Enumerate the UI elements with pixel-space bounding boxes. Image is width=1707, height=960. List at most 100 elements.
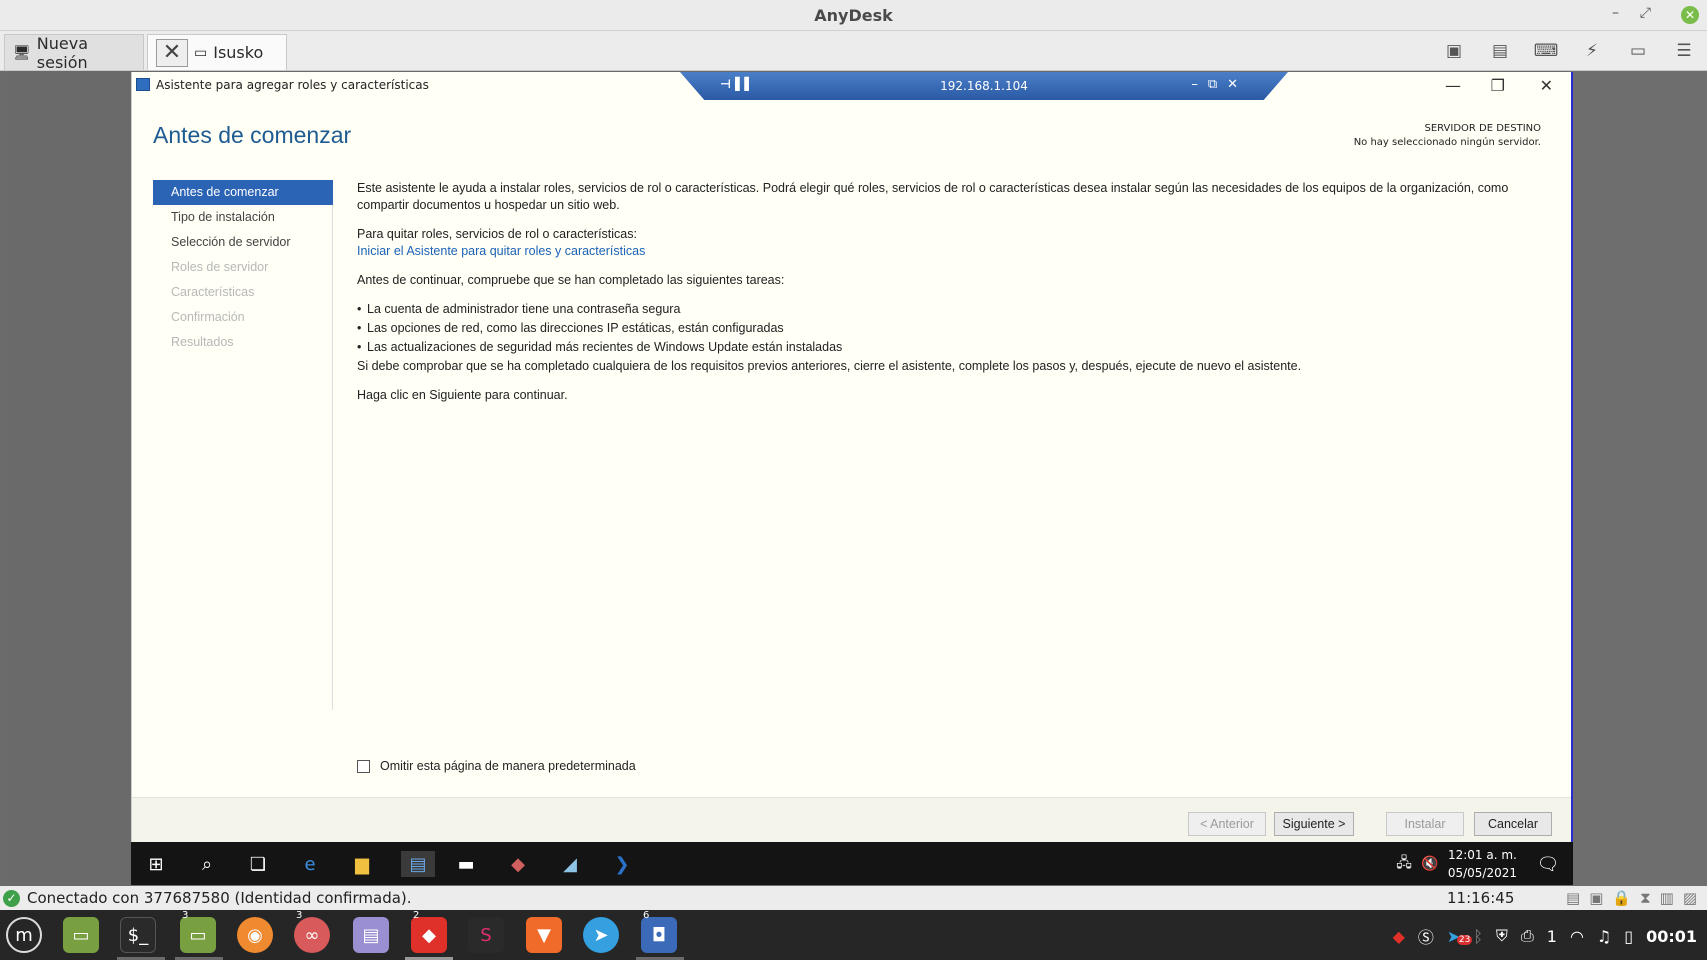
- app-icon[interactable]: ◆: [505, 851, 531, 877]
- install-button[interactable]: Instalar: [1386, 812, 1464, 836]
- network-icon[interactable]: 🖧: [1391, 851, 1417, 877]
- wizard-title: Asistente para agregar roles y caracterí…: [156, 78, 429, 92]
- task-view-icon[interactable]: ❏: [245, 851, 271, 877]
- anydesk-icon[interactable]: ◆: [411, 917, 447, 953]
- ribbon-controls-icon[interactable]: –⧉✕: [1191, 77, 1248, 92]
- previous-button[interactable]: < Anterior: [1188, 812, 1266, 836]
- sound-icon[interactable]: ♫: [1597, 927, 1611, 946]
- bluetooth-icon[interactable]: ᛒ: [1473, 927, 1483, 946]
- sublime-icon[interactable]: S: [468, 917, 504, 953]
- remote-margin: [1570, 71, 1707, 886]
- skip-page-label: Omitir esta página de manera predetermin…: [380, 759, 636, 773]
- system-tray: ◆ Ⓢ ➤ 23 ᛒ ⛨ ⎙ 1 ◠ ♫ ▯ 00:01: [1393, 924, 1697, 948]
- telegram-tray-badge: 23: [1456, 934, 1473, 945]
- app-title: AnyDesk: [814, 6, 893, 25]
- prereq-paragraph: Si debe comprobar que se ha completado c…: [357, 359, 1302, 373]
- tab-session[interactable]: ✕ ▭ Isusko: [147, 34, 287, 70]
- skype-icon[interactable]: Ⓢ: [1418, 924, 1434, 948]
- anydesk-statusbar: ✓ Conectado con 377687580 (Identidad con…: [0, 886, 1707, 910]
- anydesk-tabbar: 🖥 Nueva sesión ✕ ▭ Isusko ▣ ▤ ⌨ ⚡ ▭ ☰: [0, 31, 1707, 72]
- session-time: 11:16:45: [1447, 889, 1515, 907]
- terminal-icon[interactable]: $_: [120, 917, 156, 953]
- continue-paragraph: Haga clic en Siguiente para continuar.: [357, 388, 568, 402]
- tab-new-session[interactable]: 🖥 Nueva sesión: [4, 33, 144, 72]
- notifications-icon[interactable]: 🗨: [1535, 851, 1561, 877]
- nav-tipo-instalacion[interactable]: Tipo de instalación: [153, 205, 332, 230]
- file-transfer-icon[interactable]: ▤: [1566, 889, 1580, 907]
- wizard-close-icon[interactable]: ✕: [1540, 76, 1553, 95]
- nav-antes-de-comenzar[interactable]: Antes de comenzar: [153, 180, 333, 205]
- skip-page-checkbox[interactable]: [357, 759, 370, 773]
- search-icon[interactable]: ⌕: [194, 851, 220, 877]
- maximize-icon[interactable]: ⤢: [1640, 5, 1651, 21]
- new-session-icon: 🖥: [13, 44, 31, 61]
- display-status-icon[interactable]: ▣: [1589, 889, 1603, 907]
- skip-page-option[interactable]: Omitir esta página de manera predetermin…: [357, 759, 636, 773]
- nav-resultados: Resultados: [171, 335, 234, 349]
- connection-status: Conectado con 377687580 (Identidad confi…: [27, 889, 412, 907]
- glasses-badge: 3: [296, 910, 303, 921]
- printer-icon[interactable]: ⎙: [1521, 926, 1534, 946]
- wizard-minimize-icon[interactable]: —: [1445, 76, 1461, 95]
- panel-clock[interactable]: 00:01: [1646, 927, 1697, 946]
- minimize-icon[interactable]: –: [1612, 5, 1619, 21]
- folder-icon[interactable]: ▭: [63, 917, 99, 953]
- telegram-icon[interactable]: ➤: [583, 917, 619, 953]
- check-icon: ✓: [3, 890, 20, 907]
- files-icon[interactable]: ▭: [180, 917, 216, 953]
- anydesk-tray-icon[interactable]: ◆: [1393, 927, 1405, 946]
- windows-clock[interactable]: 12:01 a. m. 05/05/2021: [1448, 846, 1517, 882]
- remove-paragraph: Para quitar roles, servicios de rol o ca…: [357, 227, 637, 241]
- brave-icon[interactable]: ▼: [526, 917, 562, 953]
- server-manager-taskbar-icon[interactable]: ▤: [401, 851, 435, 877]
- intro-paragraph: Este asistente le ayuda a instalar roles…: [357, 181, 1509, 212]
- tab-new-session-label: Nueva sesión: [36, 33, 89, 72]
- mint-menu-icon[interactable]: m: [6, 917, 42, 953]
- server-manager-icon: [136, 78, 150, 91]
- notepad-icon[interactable]: ◢: [557, 851, 583, 877]
- tab-session-label: Isusko: [213, 43, 264, 62]
- linux-panel: m ▭ $_ ▭ ◉ ∞ ▤ ◆ S ▼ ➤ ◘ 3 3 2 6 ◆ Ⓢ ➤ 23…: [0, 910, 1707, 960]
- keyboard-icon[interactable]: ⌨: [1533, 39, 1559, 63]
- remote-connection-bar[interactable]: ⊣ ▌▌ 192.168.1.104 –⧉✕: [680, 72, 1288, 100]
- hourglass-icon[interactable]: ⧗: [1640, 889, 1651, 907]
- screen-icon[interactable]: ▭: [1625, 39, 1651, 63]
- actions-icon[interactable]: ⚡: [1579, 39, 1605, 63]
- monitor-icon: ▭: [194, 44, 208, 61]
- powershell-icon[interactable]: ❯: [609, 851, 635, 877]
- cancel-button[interactable]: Cancelar: [1474, 812, 1552, 836]
- wifi-icon[interactable]: ◠: [1570, 927, 1584, 946]
- close-window-button[interactable]: ✕: [1681, 6, 1699, 24]
- clipboard-icon[interactable]: ▥: [1660, 889, 1674, 907]
- anydesk-titlebar: AnyDesk – ⤢ ✕: [0, 0, 1707, 31]
- glasses-icon[interactable]: ∞: [294, 917, 330, 953]
- firefox-icon[interactable]: ◉: [237, 917, 273, 953]
- cmd-icon[interactable]: ▬: [453, 851, 479, 877]
- next-button[interactable]: Siguiente >: [1274, 812, 1354, 836]
- telegram-tray-icon[interactable]: ➤ 23: [1447, 927, 1473, 946]
- wizard-restore-icon[interactable]: ❐: [1491, 76, 1505, 95]
- chat-icon[interactable]: ▤: [1487, 39, 1513, 63]
- camera-icon[interactable]: ◘: [641, 917, 677, 953]
- battery-icon[interactable]: ▯: [1624, 927, 1633, 946]
- lock-icon[interactable]: 🔒: [1612, 889, 1631, 907]
- menu-icon[interactable]: ☰: [1671, 39, 1697, 63]
- windows-start-icon[interactable]: ⊞: [143, 851, 169, 877]
- workspace-number[interactable]: 1: [1547, 927, 1557, 946]
- shield-icon[interactable]: ⛨: [1496, 926, 1508, 946]
- windows-time: 12:01 a. m.: [1447, 848, 1517, 862]
- tasks-paragraph: Antes de continuar, compruebe que se han…: [357, 273, 785, 287]
- close-tab-icon[interactable]: ✕: [156, 38, 188, 67]
- task-item: La cuenta de administrador tiene una con…: [357, 301, 1557, 318]
- remove-wizard-link[interactable]: Iniciar el Asistente para quitar roles y…: [357, 243, 1557, 260]
- anydesk-badge: 2: [413, 910, 420, 921]
- record-icon[interactable]: ▨: [1683, 889, 1697, 907]
- text-editor-icon[interactable]: ▤: [353, 917, 389, 953]
- volume-muted-icon[interactable]: 🔇: [1417, 851, 1443, 877]
- internet-explorer-icon[interactable]: e: [297, 851, 323, 877]
- camera-badge: 6: [643, 910, 650, 921]
- windows-taskbar: ⊞ ⌕ ❏ e ▆ ▤ ▬ ◆ ◢ ❯ 🖧 🔇 12:01 a. m. 05/0…: [131, 842, 1573, 885]
- nav-seleccion-servidor[interactable]: Selección de servidor: [153, 230, 332, 255]
- display-icon[interactable]: ▣: [1441, 39, 1467, 63]
- file-explorer-icon[interactable]: ▆: [349, 851, 375, 877]
